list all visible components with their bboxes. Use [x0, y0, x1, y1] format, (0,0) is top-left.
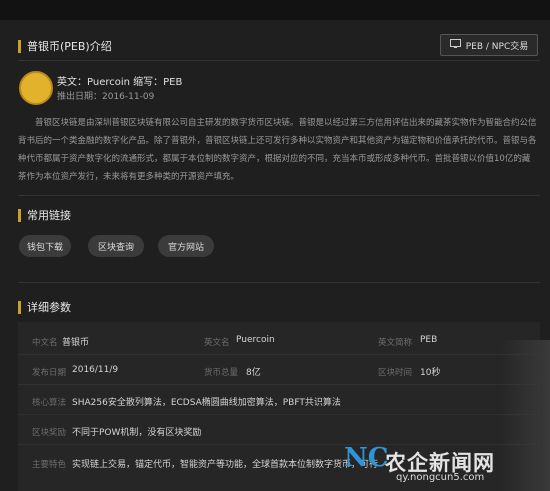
param-value: 10秒 — [420, 368, 441, 378]
param-label: 区块奖励 — [32, 428, 67, 438]
intro-section-header: 普银币(PEB)介绍 — [18, 38, 112, 54]
param-label: 发布日期 — [32, 368, 67, 378]
links-section-title: 常用链接 — [27, 209, 71, 222]
param-value: 普银币 — [62, 338, 90, 348]
divider — [18, 282, 540, 283]
param-label: 主要特色 — [32, 460, 67, 470]
param-value: 实现链上交易，锚定代币，智能资产等功能，全球首款本位制数字货币，可行 — [72, 460, 379, 470]
param-label: 核心算法 — [32, 398, 67, 408]
row-divider — [18, 354, 540, 355]
wallet-download-button[interactable]: 钱包下载 — [19, 235, 71, 257]
trade-button-label: PEB / NPC交易 — [465, 41, 529, 52]
params-section-header: 详细参数 — [18, 299, 71, 315]
row-divider — [18, 414, 540, 415]
coin-description: 普银区块链是由深圳普银区块链有限公司自主研发的数字货币区块链。普银是以经过第三方… — [18, 118, 537, 182]
param-value: Puercoin — [236, 335, 275, 345]
watermark-logo: NC — [344, 443, 389, 473]
coin-date: 推出日期：2016-11-09 — [57, 92, 155, 102]
top-bar — [0, 0, 550, 20]
param-label: 英文名 — [204, 338, 230, 348]
coin-logo — [19, 71, 53, 105]
params-section-title: 详细参数 — [27, 301, 71, 314]
watermark-url: qy.nongcun5.com — [396, 472, 485, 483]
param-label: 英文简称 — [378, 338, 413, 348]
param-value: SHA256安全散列算法，ECDSA椭圆曲线加密算法，PBFT共识算法 — [72, 398, 341, 408]
param-value: 8亿 — [246, 368, 261, 378]
section-accent-bar — [18, 208, 21, 222]
section-accent-bar — [18, 39, 21, 53]
block-explorer-button[interactable]: 区块查询 — [88, 235, 144, 257]
chart-icon — [449, 39, 461, 51]
row-divider — [18, 444, 540, 445]
param-value: 不同于POW机制，没有区块奖励 — [72, 428, 202, 438]
param-label: 中文名 — [32, 338, 58, 348]
wallet-download-label: 钱包下载 — [26, 242, 63, 253]
param-value: 2016/11/9 — [72, 365, 119, 375]
param-label: 货币总量 — [204, 368, 239, 378]
scroll-fade — [500, 340, 550, 491]
section-accent-bar — [18, 300, 21, 314]
intro-section-title: 普银币(PEB)介绍 — [27, 40, 112, 53]
coin-name: 英文：Puercoin 缩写：PEB — [57, 77, 183, 88]
param-label: 区块时间 — [378, 368, 413, 378]
official-site-label: 官方网站 — [167, 242, 204, 253]
row-divider — [18, 384, 540, 385]
links-section-header: 常用链接 — [18, 207, 71, 223]
divider — [18, 195, 540, 196]
divider — [18, 60, 540, 61]
param-value: PEB — [420, 335, 438, 345]
trade-button[interactable]: PEB / NPC交易 — [440, 34, 538, 56]
official-site-button[interactable]: 官方网站 — [158, 235, 214, 257]
block-explorer-label: 区块查询 — [97, 242, 134, 253]
